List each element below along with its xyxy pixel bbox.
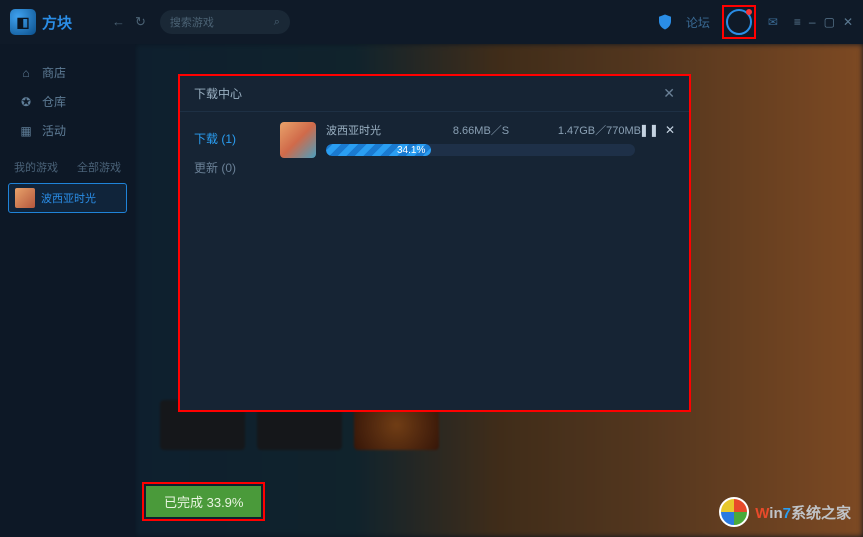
modal-close-button[interactable]: ✕ [663, 85, 675, 102]
tab-downloads[interactable]: 下载 (1) [180, 124, 276, 153]
cancel-download-button[interactable]: ✕ [665, 123, 675, 137]
download-thumb-icon [280, 122, 316, 158]
app-logo[interactable]: ◧ 方块 [10, 9, 72, 35]
home-icon: ⌂ [18, 65, 34, 81]
download-center-button[interactable] [726, 9, 752, 35]
sidebar-section-header: 我的游戏 全部游戏 [0, 145, 135, 179]
top-link-forum[interactable]: 论坛 [686, 14, 710, 31]
progress-bar: 34.1% [326, 144, 635, 156]
tab-updates[interactable]: 更新 (0) [180, 153, 276, 182]
globe-icon: ✪ [18, 94, 34, 110]
download-name: 波西亚时光 [326, 122, 431, 138]
sidebar-item-store[interactable]: ⌂ 商店 [0, 58, 135, 87]
sidebar: ⌂ 商店 ✪ 仓库 ▦ 活动 我的游戏 全部游戏 波西亚时光 [0, 44, 135, 537]
search-placeholder: 搜索游戏 [170, 14, 214, 30]
game-thumb-icon [15, 188, 35, 208]
minimize-button[interactable]: – [809, 15, 816, 29]
search-input[interactable]: 搜索游戏 ⌕ [160, 10, 290, 34]
shield-icon[interactable] [656, 13, 674, 31]
nav-back-icon[interactable]: ← [112, 14, 125, 30]
highlight-download-button [722, 5, 756, 39]
download-center-modal: 下载中心 ✕ 下载 (1) 更新 (0) 波西亚时光 8.66MB／S 1.47… [180, 76, 689, 410]
nav-refresh-icon[interactable]: ↻ [135, 14, 146, 30]
pause-button[interactable]: ❚❚ [639, 123, 659, 137]
progress-percent: 34.1% [326, 144, 431, 156]
sidebar-item-library[interactable]: ✪ 仓库 [0, 87, 135, 116]
settings-icon[interactable]: ≡ [794, 15, 801, 29]
sidebar-game-label: 波西亚时光 [41, 190, 96, 206]
app-name: 方块 [42, 12, 72, 33]
windows-logo-icon [719, 497, 749, 527]
download-item: 波西亚时光 8.66MB／S 1.47GB／770MB ❚❚ ✕ 34.1% [280, 122, 675, 158]
watermark: Win7系统之家 [719, 497, 851, 527]
highlight-modal: 下载中心 ✕ 下载 (1) 更新 (0) 波西亚时光 8.66MB／S 1.47… [178, 74, 691, 412]
maximize-button[interactable]: ▢ [824, 15, 835, 29]
search-icon: ⌕ [274, 16, 280, 29]
sidebar-item-activity[interactable]: ▦ 活动 [0, 116, 135, 145]
install-status[interactable]: 已完成 33.9% [146, 486, 261, 517]
notification-icon[interactable]: ✉ [768, 15, 778, 29]
download-speed: 8.66MB／S [431, 122, 531, 138]
close-window-button[interactable]: ✕ [843, 15, 853, 29]
logo-icon: ◧ [10, 9, 36, 35]
highlight-status: 已完成 33.9% [142, 482, 265, 521]
watermark-text: Win7系统之家 [755, 502, 851, 523]
grid-icon: ▦ [18, 123, 34, 139]
sidebar-game-item[interactable]: 波西亚时光 [8, 183, 127, 213]
modal-title: 下载中心 [194, 85, 242, 102]
download-size: 1.47GB／770MB [531, 122, 641, 138]
